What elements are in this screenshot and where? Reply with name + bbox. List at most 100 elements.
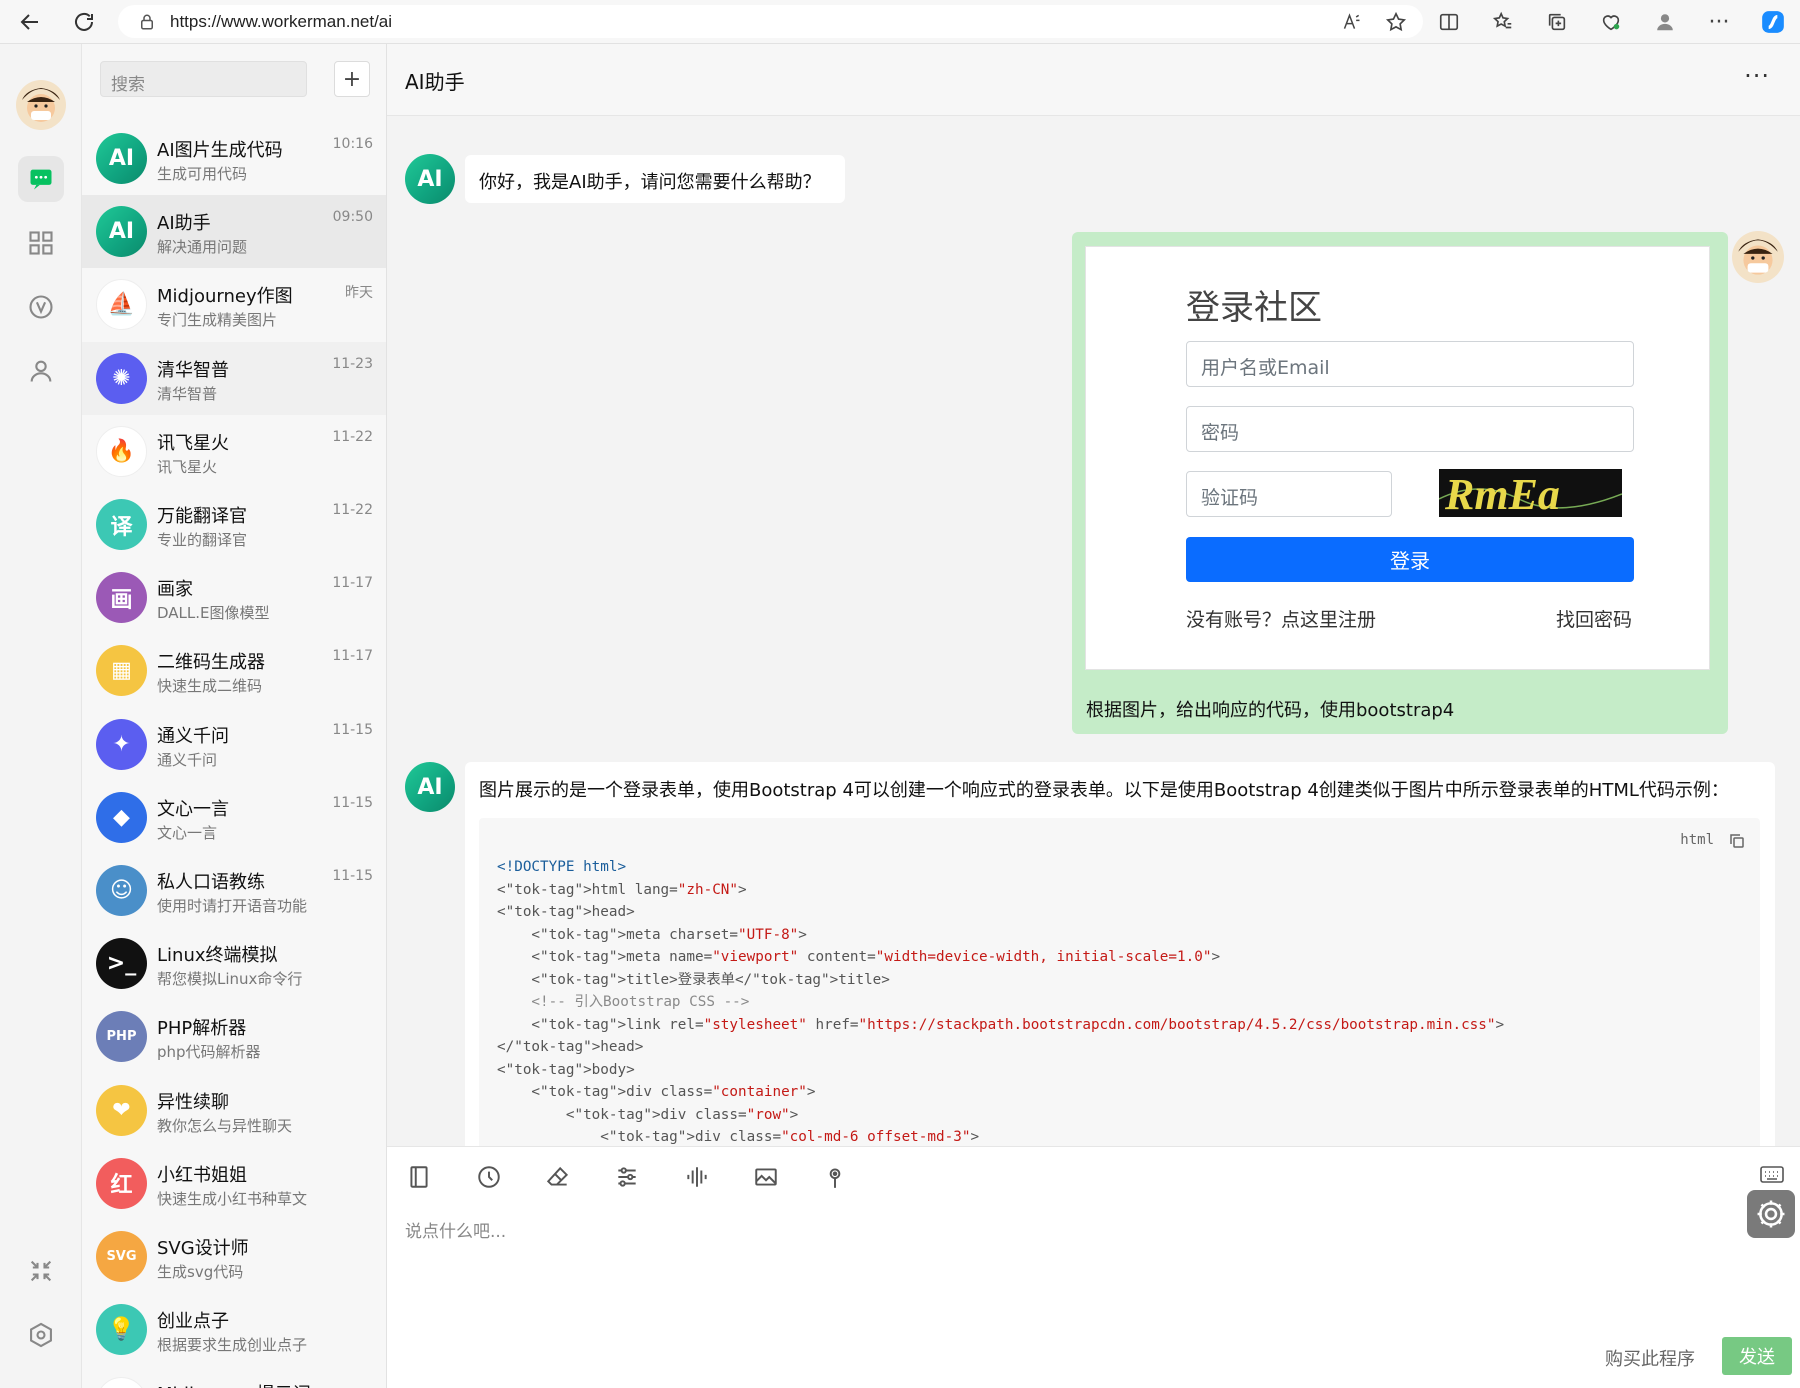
conversation-subtitle: 根据要求生成创业点子 <box>157 1336 308 1355</box>
conversation-avatar: AI <box>96 206 147 258</box>
code-line: <"tok-tag">head> <box>497 904 635 920</box>
password-field-image: 密码 <box>1186 406 1634 452</box>
collapse-icon[interactable] <box>18 1248 64 1294</box>
conversation-name: 讯飞星火 <box>157 432 229 454</box>
user-profile-icon[interactable] <box>18 348 64 394</box>
conversation-time: 09:50 <box>332 209 373 226</box>
login-form-screenshot[interactable]: 登录社区 用户名或Email 密码 验证码 RmEa 登录 没有账号？点这里注册… <box>1085 246 1710 670</box>
conversation-item[interactable]: AI AI助手解决通用问题 09:50 <box>82 195 386 269</box>
favorite-star-icon[interactable] <box>1385 11 1407 33</box>
address-bar[interactable]: https://www.workerman.net/ai <box>118 5 1423 38</box>
conversation-item[interactable]: SVG SVG设计师 生成svg代码 <box>82 1220 386 1293</box>
message-composer: 说点什么吧... 购买此程序 发送 <box>387 1146 1800 1388</box>
conversation-subtitle: php代码解析器 <box>157 1043 261 1062</box>
conversation-avatar: AI <box>96 133 147 184</box>
apps-grid-icon[interactable] <box>18 220 64 266</box>
back-icon[interactable] <box>10 2 50 42</box>
login-title: 登录社区 <box>1186 289 1322 327</box>
conversation-item[interactable]: 画画家 DALL.E图像模型 11-17 <box>82 561 386 634</box>
conversation-subtitle: 文心一言 <box>157 823 218 842</box>
conversation-avatar: ❤ <box>96 1084 147 1136</box>
conversation-item[interactable]: 🔥 讯飞星火 讯飞星火 11-22 <box>82 415 386 488</box>
conversation-item[interactable]: ☺ 私人口语教练 使用时请打开语音功能 11-15 <box>82 854 386 927</box>
conversation-item[interactable]: ⛵ Midjourney提示词 <box>82 1366 386 1388</box>
more-options-icon[interactable]: ··· <box>1705 8 1733 36</box>
conversation-item[interactable]: ▦ 二维码生成器 快速生成二维码 11-17 <box>82 634 386 707</box>
conversation-name: 通义千问 <box>157 725 229 747</box>
conversation-avatar: >_ <box>96 938 147 990</box>
conversation-subtitle: 帮您模拟Linux命令行 <box>157 970 303 989</box>
settings-hex-icon[interactable] <box>18 1312 64 1358</box>
voice-icon[interactable] <box>681 1161 713 1193</box>
browser-essentials-icon[interactable] <box>1597 8 1625 36</box>
conversation-item[interactable]: 译万能翻译官 专业的翻译官 11-22 <box>82 488 386 561</box>
conversation-item[interactable]: 红小红书姐姐 快速生成小红书种草文 <box>82 1147 386 1220</box>
conversation-name: AI助手 <box>157 213 211 235</box>
settings-gear-icon[interactable] <box>1747 1190 1795 1238</box>
add-conversation-button[interactable]: + <box>334 61 370 97</box>
conversation-avatar: ▦ <box>96 645 147 697</box>
conversation-item[interactable]: ◆ 文心一言 文心一言 11-15 <box>82 781 386 854</box>
user-avatar-small <box>1732 231 1784 283</box>
conversation-subtitle: 解决通用问题 <box>157 238 248 257</box>
conversation-name: AI图片生成代码 <box>157 140 283 161</box>
split-screen-icon[interactable] <box>1435 8 1463 36</box>
location-pin-icon[interactable] <box>819 1161 851 1193</box>
read-aloud-icon[interactable] <box>1341 11 1363 33</box>
conversation-subtitle: 讯飞星火 <box>157 457 218 476</box>
more-menu-icon[interactable]: ··· <box>1744 62 1770 90</box>
history-icon[interactable] <box>473 1161 505 1193</box>
conversation-item[interactable]: ✦ 通义千问 通义千问 11-15 <box>82 708 386 781</box>
search-input[interactable]: 搜索 <box>100 61 307 97</box>
username-field-image: 用户名或Email <box>1186 341 1634 387</box>
conversation-time: 11-15 <box>332 868 373 884</box>
code-line: <!DOCTYPE html> <box>497 859 627 875</box>
sliders-icon[interactable] <box>611 1161 643 1193</box>
chat-icon[interactable] <box>18 156 64 202</box>
captcha-image: RmEa <box>1439 469 1622 517</box>
conversation-item[interactable]: ⛵ Midjourney作图 专门生成精美图片 昨天 <box>82 268 386 341</box>
favorites-icon[interactable] <box>1489 8 1517 36</box>
eraser-icon[interactable] <box>542 1161 574 1193</box>
code-line: <"tok-tag">link rel="stylesheet" href="h… <box>497 1016 1505 1033</box>
conversation-avatar: ✺ <box>96 352 147 404</box>
profile-icon[interactable] <box>1651 8 1679 36</box>
ai-greeting-message: 你好，我是AI助手，请问您需要什么帮助？ <box>465 155 845 203</box>
conversation-item[interactable]: PHP PHP解析器 php代码解析器 <box>82 1000 386 1073</box>
conversation-name: PHP解析器 <box>157 1018 247 1040</box>
message-input[interactable]: 说点什么吧... <box>405 1217 506 1242</box>
user-avatar[interactable] <box>16 80 66 130</box>
keyboard-icon[interactable] <box>1760 1165 1784 1185</box>
send-button[interactable]: 发送 <box>1722 1337 1792 1375</box>
image-icon[interactable] <box>750 1161 782 1193</box>
conversation-avatar: ☺ <box>96 865 147 916</box>
conversation-item[interactable]: ✺ 清华智普 清华智普 11-23 <box>82 341 386 415</box>
chat-main: AI助手 ··· AI 你好，我是AI助手，请问您需要什么帮助？ 登录社区 用户… <box>387 44 1800 1388</box>
conversation-item[interactable]: ❤ 异性续聊 教你怎么与异性聊天 <box>82 1074 386 1147</box>
conversation-subtitle: 快速生成二维码 <box>157 677 263 696</box>
conversation-avatar: ⛵ <box>96 1377 147 1388</box>
browser-toolbar: https://www.workerman.net/ai ··· <box>0 0 1800 44</box>
conversation-avatar: SVG <box>96 1231 147 1282</box>
refresh-icon[interactable] <box>64 2 104 42</box>
conversation-item[interactable]: >_ Linux终端模拟帮您模拟Linux命令行 <box>82 927 386 1000</box>
copilot-icon[interactable] <box>1759 8 1787 36</box>
url-text: https://www.workerman.net/ai <box>170 11 393 31</box>
conversation-time: 11-17 <box>332 648 373 665</box>
conversation-name: Linux终端模拟 <box>157 945 278 967</box>
conversation-subtitle: 通义千问 <box>157 750 218 769</box>
collections-icon[interactable] <box>1543 8 1571 36</box>
conversation-avatar: 💡 <box>96 1304 147 1356</box>
conversation-item[interactable]: 💡 创业点子 根据要求生成创业点子 <box>82 1293 386 1366</box>
conversation-avatar: 画 <box>96 572 147 624</box>
buy-program-link[interactable]: 购买此程序 <box>1605 1345 1695 1371</box>
vip-icon[interactable] <box>18 284 64 330</box>
notebook-icon[interactable] <box>403 1161 435 1193</box>
nav-rail <box>0 44 82 1388</box>
conversation-name: 二维码生成器 <box>157 652 265 674</box>
copy-icon[interactable] <box>1728 832 1746 850</box>
conversation-item[interactable]: AI AI图片生成代码 生成可用代码 10:16 <box>82 122 386 195</box>
answer-intro: 图片展示的是一个登录表单，使用Bootstrap 4可以创建一个响应式的登录表单… <box>479 780 1729 801</box>
conversation-name: Midjourney作图 <box>157 286 293 308</box>
conversation-name: 小红书姐姐 <box>157 1164 247 1186</box>
